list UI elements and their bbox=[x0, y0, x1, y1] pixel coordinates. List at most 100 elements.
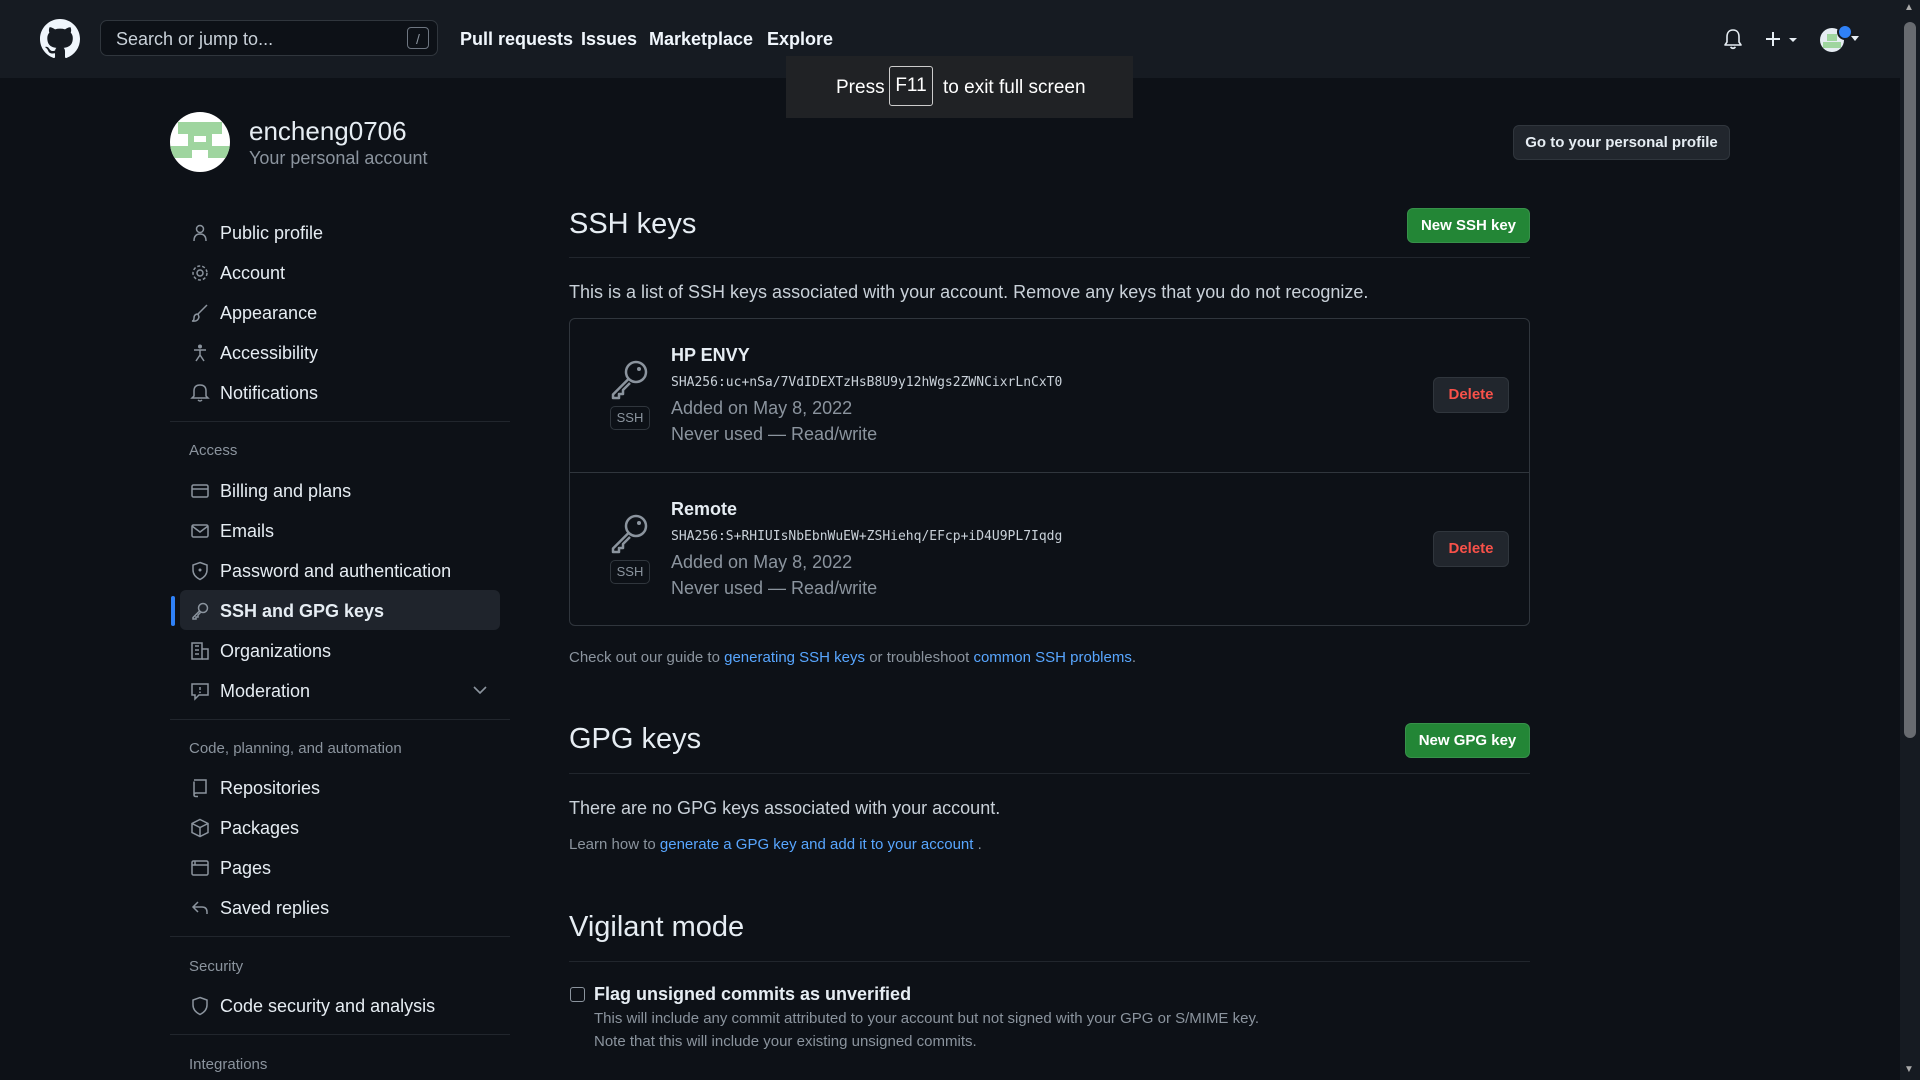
search-placeholder: Search or jump to... bbox=[116, 29, 274, 49]
go-to-profile-button[interactable]: Go to your personal profile bbox=[1513, 125, 1730, 160]
generating-ssh-keys-link[interactable]: generating SSH keys bbox=[724, 649, 865, 666]
sidebar-item-label: Appearance bbox=[220, 302, 318, 323]
shield-icon bbox=[192, 996, 208, 1016]
toast-key: F11 bbox=[889, 66, 933, 106]
gpg-empty-message: There are no GPG keys associated with yo… bbox=[569, 798, 1001, 818]
sidebar-item-label: Moderation bbox=[220, 680, 311, 701]
accessibility-icon bbox=[194, 344, 206, 362]
sidebar-item-appearance[interactable]: Appearance bbox=[190, 299, 317, 327]
sidebar-item-label: Public profile bbox=[220, 222, 324, 243]
scrollbar-thumb[interactable] bbox=[1904, 22, 1916, 738]
scroll-up-arrow-icon[interactable]: ▲ bbox=[1904, 2, 1914, 13]
guide-prefix-text: Check out our guide to bbox=[569, 649, 720, 666]
scroll-down-arrow-icon[interactable]: ▼ bbox=[1904, 1064, 1914, 1075]
sidebar-divider bbox=[170, 1034, 510, 1035]
organization-icon bbox=[191, 642, 209, 660]
gpg-keys-title: GPG keys bbox=[569, 723, 702, 755]
nav-issues[interactable]: Issues bbox=[581, 29, 637, 50]
user-avatar-menu[interactable] bbox=[1818, 24, 1866, 54]
delete-ssh-key-button[interactable]: Delete bbox=[1433, 377, 1509, 413]
sidebar-active-indicator bbox=[171, 596, 175, 626]
flag-unsigned-commits-checkbox[interactable] bbox=[570, 987, 585, 1002]
key-icon bbox=[611, 360, 648, 400]
new-gpg-key-button[interactable]: New GPG key bbox=[1405, 723, 1530, 758]
profile-username[interactable]: encheng0706 bbox=[249, 116, 407, 147]
sidebar-item-saved-replies[interactable]: Saved replies bbox=[190, 894, 329, 922]
page-scrollbar[interactable]: ▲ ▼ bbox=[1900, 0, 1920, 1080]
package-icon bbox=[191, 818, 209, 838]
ssh-key-added-date: Added on May 8, 2022 bbox=[671, 552, 853, 572]
ssh-guide-note: Check out our guide to generating SSH ke… bbox=[569, 649, 1136, 666]
sidebar-divider bbox=[170, 421, 510, 422]
flag-unsigned-commits-label[interactable]: Flag unsigned commits as unverified bbox=[594, 984, 911, 1005]
nav-marketplace[interactable]: Marketplace bbox=[649, 29, 753, 50]
github-logo-icon[interactable] bbox=[40, 19, 80, 59]
sidebar-item-packages[interactable]: Packages bbox=[190, 814, 299, 842]
sidebar-item-label: Repositories bbox=[220, 777, 321, 798]
sidebar-item-notifications[interactable]: Notifications bbox=[190, 379, 318, 407]
sidebar-item-account[interactable]: Account bbox=[190, 259, 285, 287]
learn-prefix-text: Learn how to bbox=[569, 836, 656, 853]
ssh-key-added-date: Added on May 8, 2022 bbox=[671, 398, 853, 418]
toast-rest-text: to exit full screen bbox=[943, 77, 1086, 98]
section-divider bbox=[569, 773, 1530, 774]
profile-subtitle: Your personal account bbox=[249, 148, 428, 168]
chevron-down-icon[interactable] bbox=[473, 685, 487, 695]
key-icon bbox=[192, 602, 209, 620]
notifications-bell-icon[interactable] bbox=[1723, 28, 1743, 50]
nav-pull-requests[interactable]: Pull requests bbox=[460, 29, 573, 50]
bell-icon bbox=[190, 384, 210, 402]
create-new-plus-icon[interactable] bbox=[1764, 30, 1800, 50]
sidebar-heading-integrations: Integrations bbox=[189, 1056, 268, 1073]
section-divider bbox=[569, 257, 1530, 258]
ssh-key-name: Remote bbox=[671, 499, 738, 519]
fullscreen-exit-toast: Press F11 to exit full screen bbox=[786, 56, 1133, 118]
sidebar-heading-access: Access bbox=[189, 442, 238, 459]
generate-gpg-key-link[interactable]: generate a GPG key and add it to your ac… bbox=[660, 836, 974, 853]
ssh-key-usage: Never used — Read/write bbox=[671, 424, 878, 444]
delete-ssh-key-button[interactable]: Delete bbox=[1433, 531, 1509, 567]
ssh-tag-badge: SSH bbox=[610, 406, 650, 430]
ssh-key-name: HP ENVY bbox=[671, 345, 750, 365]
profile-avatar[interactable] bbox=[170, 112, 230, 172]
paintbrush-icon bbox=[191, 304, 208, 322]
common-ssh-problems-link[interactable]: common SSH problems bbox=[973, 649, 1131, 666]
sidebar-item-password-auth[interactable]: Password and authentication bbox=[190, 557, 451, 585]
search-shortcut-badge: / bbox=[407, 27, 429, 49]
repo-icon bbox=[193, 779, 207, 798]
ssh-keys-title: SSH keys bbox=[569, 208, 697, 240]
sidebar-item-pages[interactable]: Pages bbox=[190, 854, 271, 882]
sidebar-heading-security: Security bbox=[189, 958, 244, 975]
sidebar-item-label: Packages bbox=[220, 817, 300, 838]
sidebar-heading-code: Code, planning, and automation bbox=[189, 740, 402, 757]
gpg-learn-note: Learn how to generate a GPG key and add … bbox=[569, 836, 982, 853]
nav-explore[interactable]: Explore bbox=[767, 29, 833, 50]
new-ssh-key-button[interactable]: New SSH key bbox=[1407, 208, 1530, 243]
ssh-tag-badge: SSH bbox=[610, 560, 650, 584]
sidebar-divider bbox=[170, 719, 510, 720]
vigilant-mode-title: Vigilant mode bbox=[569, 911, 745, 943]
sidebar-item-label: Saved replies bbox=[220, 897, 330, 918]
sidebar-item-label: Accessibility bbox=[220, 342, 319, 363]
sidebar-item-repositories[interactable]: Repositories bbox=[190, 774, 320, 802]
gear-icon bbox=[192, 265, 208, 281]
shield-lock-icon bbox=[192, 561, 208, 581]
sidebar-item-ssh-gpg-keys[interactable]: SSH and GPG keys bbox=[190, 597, 384, 625]
sidebar-item-code-security[interactable]: Code security and analysis bbox=[190, 992, 435, 1020]
ssh-key-row: SSH Remote SHA256:S+RHIUIsNbEbnWuEW+ZSHi… bbox=[570, 473, 1529, 626]
sidebar-item-emails[interactable]: Emails bbox=[190, 517, 274, 545]
sidebar-item-public-profile[interactable]: Public profile bbox=[190, 219, 323, 247]
sidebar-item-accessibility[interactable]: Accessibility bbox=[190, 339, 318, 367]
search-input[interactable]: Search or jump to... / bbox=[100, 20, 438, 56]
sidebar-item-label: Code security and analysis bbox=[220, 995, 436, 1016]
ssh-key-usage: Never used — Read/write bbox=[671, 578, 878, 598]
learn-suffix-text: . bbox=[977, 836, 982, 853]
credit-card-icon bbox=[191, 484, 209, 498]
sidebar-item-billing[interactable]: Billing and plans bbox=[190, 477, 351, 505]
ssh-key-row: SSH HP ENVY SHA256:uc+nSa/7VdIDEXTzHsB8U… bbox=[570, 319, 1529, 472]
sidebar-item-label: Notifications bbox=[220, 382, 319, 403]
sidebar-item-moderation[interactable]: Moderation bbox=[190, 677, 310, 705]
ssh-description: This is a list of SSH keys associated wi… bbox=[569, 282, 1369, 302]
report-icon bbox=[191, 683, 209, 701]
sidebar-item-organizations[interactable]: Organizations bbox=[190, 637, 331, 665]
